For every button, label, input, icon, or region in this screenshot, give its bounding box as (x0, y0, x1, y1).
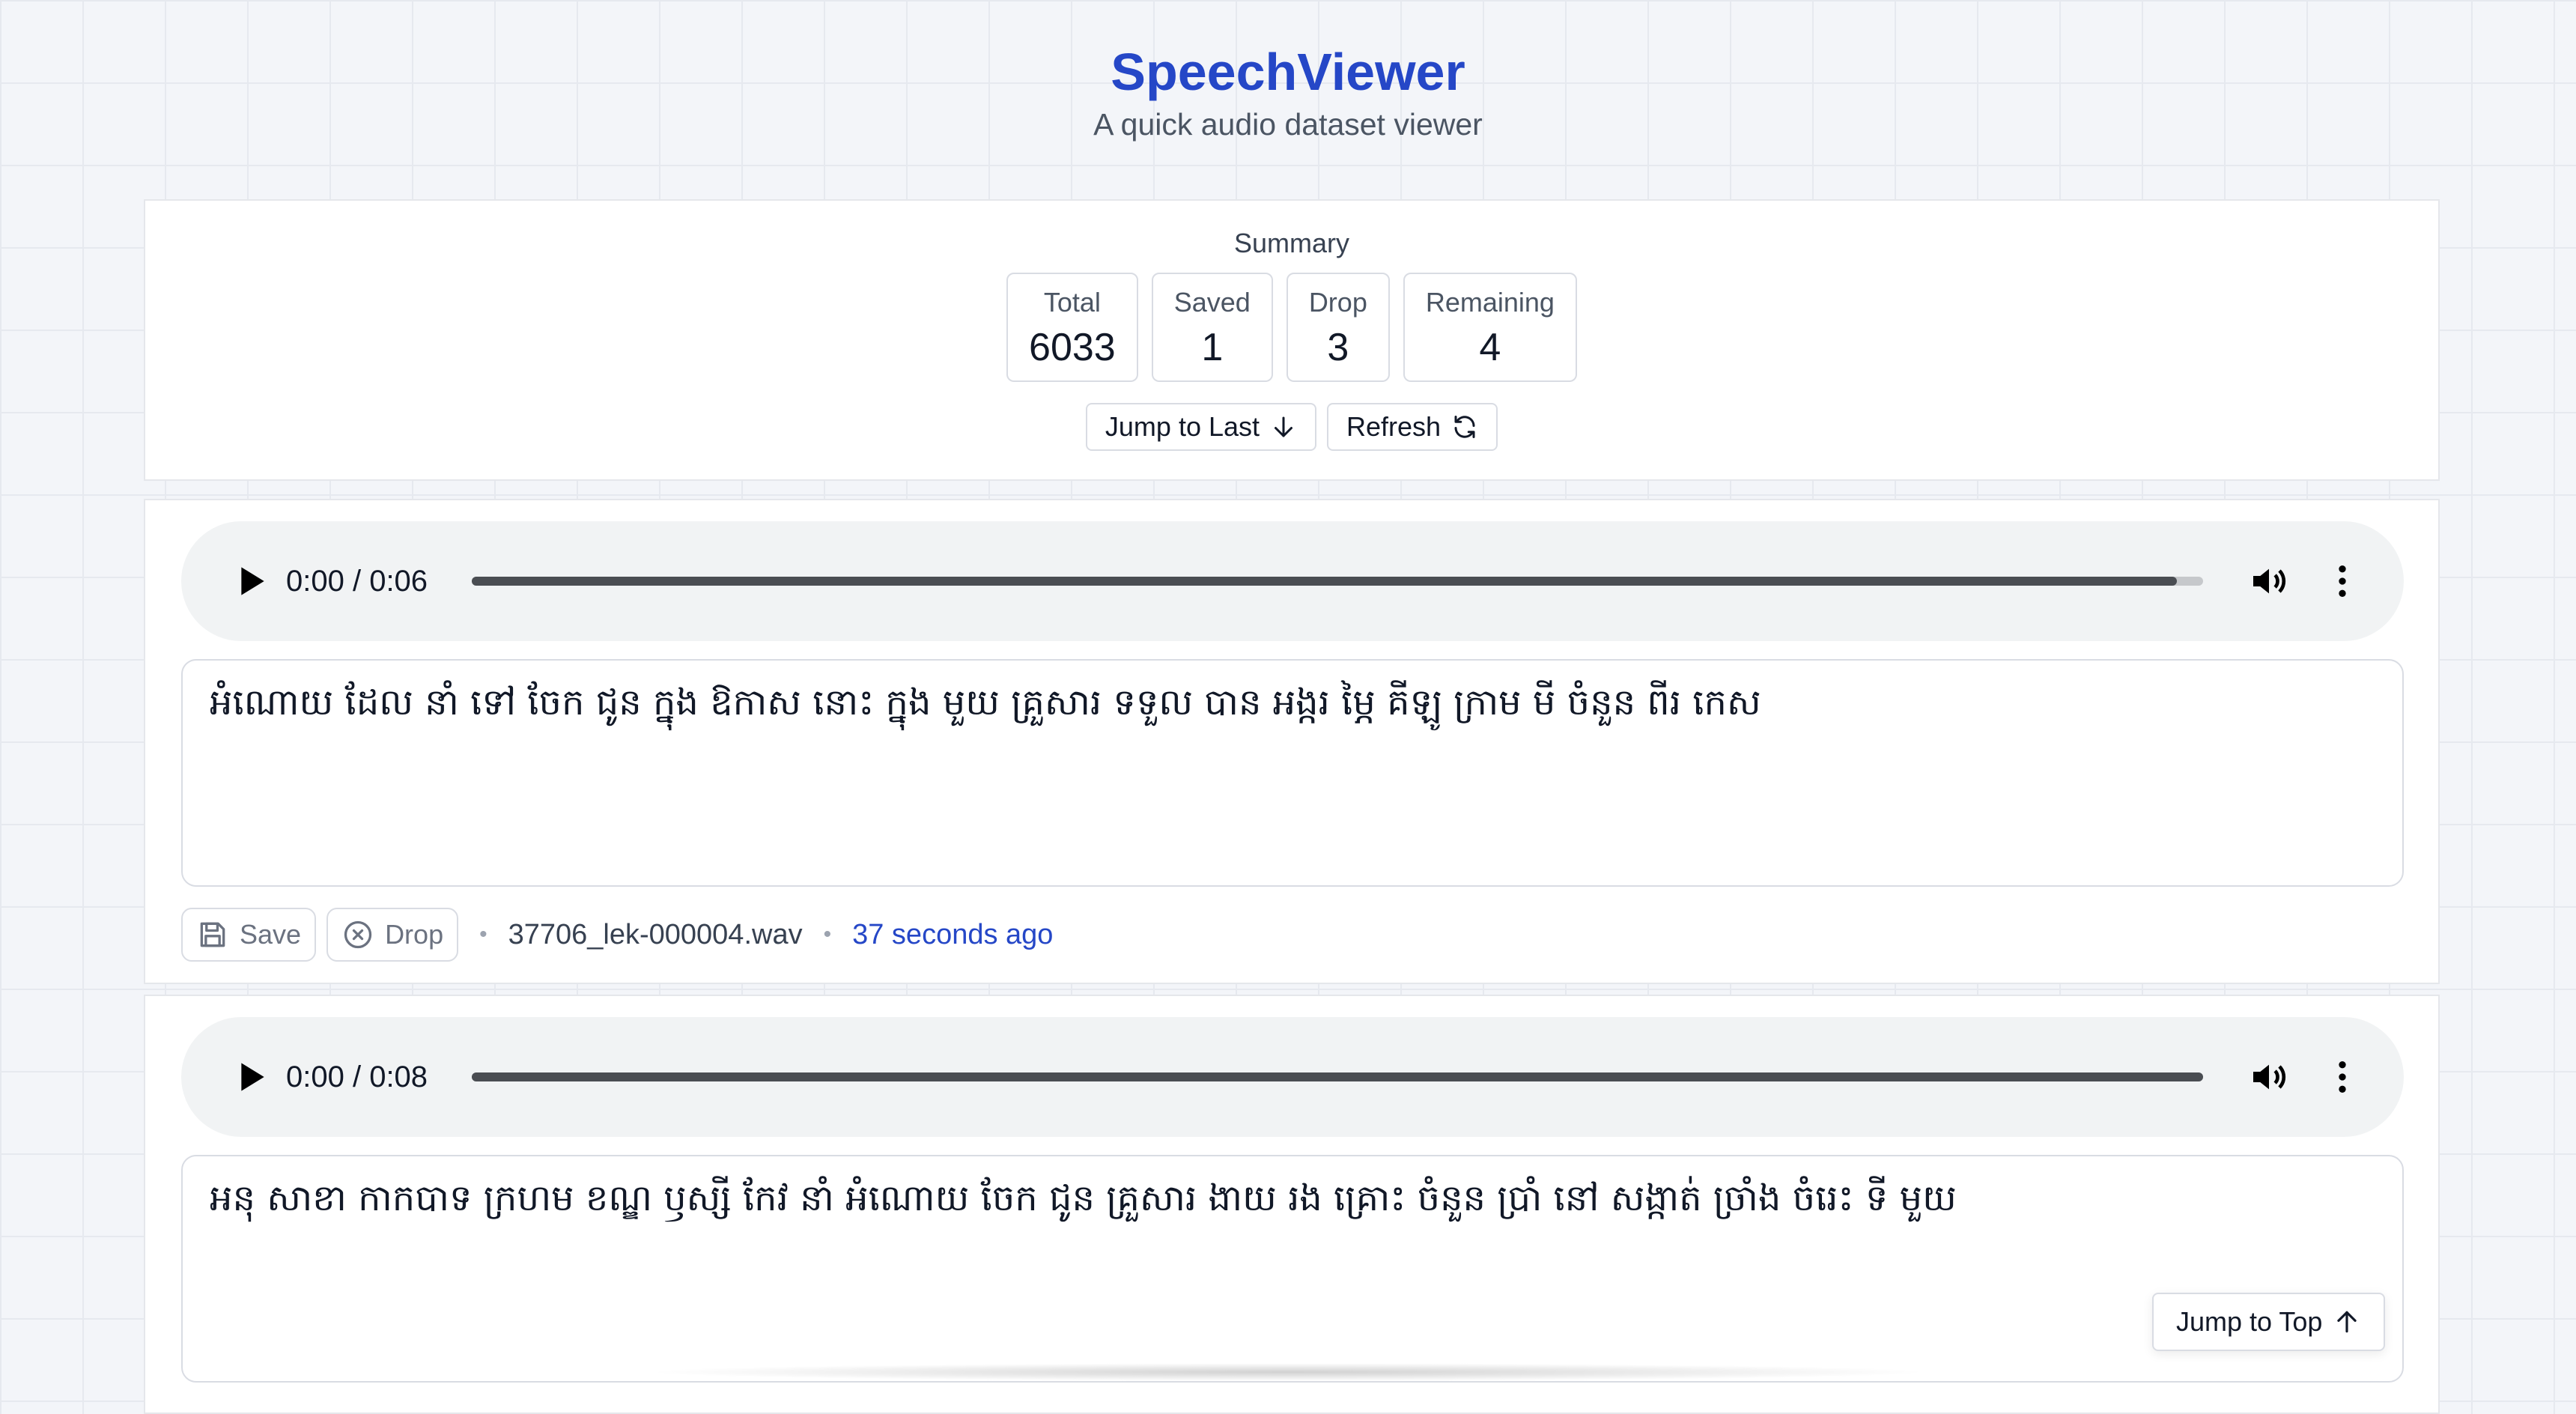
more-vertical-icon[interactable] (2321, 1056, 2363, 1098)
app-title: SpeechViewer (1111, 43, 1465, 101)
time-ago: 37 seconds ago (852, 918, 1054, 950)
summary-heading: Summary (1233, 228, 1350, 258)
floppy-disk-icon (200, 922, 225, 947)
separator-dot: • (823, 922, 832, 947)
refresh-icon (1454, 416, 1475, 438)
volume-icon[interactable] (2248, 1056, 2290, 1098)
arrow-down-icon (1275, 416, 1293, 437)
stat-label: Drop (1308, 287, 1367, 318)
audio-time: 0:00 / 0:06 (286, 565, 428, 598)
play-icon[interactable] (229, 1056, 271, 1098)
play-icon[interactable] (229, 560, 271, 602)
stat-value: 6033 (1029, 326, 1116, 369)
audio-progress-fill (472, 1072, 2203, 1081)
summary-actions: Jump to Last Refresh (145, 403, 2438, 451)
audio-player[interactable]: 0:00 / 0:08 (181, 1017, 2404, 1137)
stat-drop: Drop 3 (1286, 273, 1390, 382)
transcript-text[interactable]: អំណោយ ដែល នាំ ទៅ ចែក ជូន ក្នុង ឱកាស នោះ … (181, 659, 2404, 887)
drop-label: Drop (385, 919, 444, 950)
stat-total: Total 6033 (1006, 273, 1138, 382)
separator-dot: • (479, 922, 487, 947)
refresh-label: Refresh (1346, 411, 1442, 442)
file-name: 37706_lek-000004.wav (508, 918, 803, 950)
stat-saved: Saved 1 (1151, 273, 1273, 382)
stat-value: 4 (1479, 326, 1501, 369)
audio-progress-fill (472, 577, 2178, 586)
jump-to-last-label: Jump to Last (1105, 411, 1260, 442)
save-button[interactable]: Save (181, 908, 317, 962)
arrow-up-icon (2337, 1311, 2357, 1333)
stat-value: 3 (1327, 326, 1349, 369)
refresh-button[interactable]: Refresh (1327, 403, 1498, 451)
stat-remaining: Remaining 4 (1403, 273, 1577, 382)
stat-label: Total (1043, 287, 1101, 318)
summary-panel: Summary Total 6033 Saved 1 Drop 3 Remain… (144, 199, 2440, 481)
audio-player[interactable]: 0:00 / 0:06 (181, 521, 2404, 641)
summary-stats: Total 6033 Saved 1 Drop 3 Remaining 4 (145, 273, 2438, 382)
scroll-shadow (644, 1363, 1932, 1381)
stat-label: Saved (1173, 287, 1251, 318)
stat-label: Remaining (1425, 287, 1555, 318)
audio-progress-track[interactable] (472, 1072, 2203, 1081)
page-header: SpeechViewer A quick audio dataset viewe… (0, 36, 2576, 147)
volume-icon[interactable] (2248, 560, 2290, 602)
audio-time: 0:00 / 0:08 (286, 1060, 428, 1093)
transcript-text[interactable]: អនុ សាខា កាកបាទ ក្រហម ខណ្ឌ ឫស្សី កែវ នាំ… (181, 1155, 2404, 1383)
save-label: Save (240, 919, 302, 950)
x-circle-icon (344, 920, 372, 949)
audio-item: 0:00 / 0:08 អនុ សាខា កាកបាទ ក្រហម ខណ្ឌ ឫ… (144, 995, 2440, 1414)
jump-to-top-label: Jump to Top (2176, 1306, 2323, 1337)
more-vertical-icon[interactable] (2321, 560, 2363, 602)
stat-value: 1 (1201, 326, 1224, 369)
app-subtitle: A quick audio dataset viewer (1093, 107, 1483, 142)
jump-to-top-button[interactable]: Jump to Top (2152, 1293, 2386, 1351)
item-footer: Save Drop • 37706_lek-000004.wav • 37 se… (181, 908, 1053, 962)
audio-item: 0:00 / 0:06 អំណោយ ដែល នាំ ទៅ ចែក ជូន ក្ន… (144, 499, 2440, 984)
audio-progress-track[interactable] (472, 577, 2203, 586)
drop-button[interactable]: Drop (326, 908, 459, 962)
jump-to-last-button[interactable]: Jump to Last (1085, 403, 1317, 451)
